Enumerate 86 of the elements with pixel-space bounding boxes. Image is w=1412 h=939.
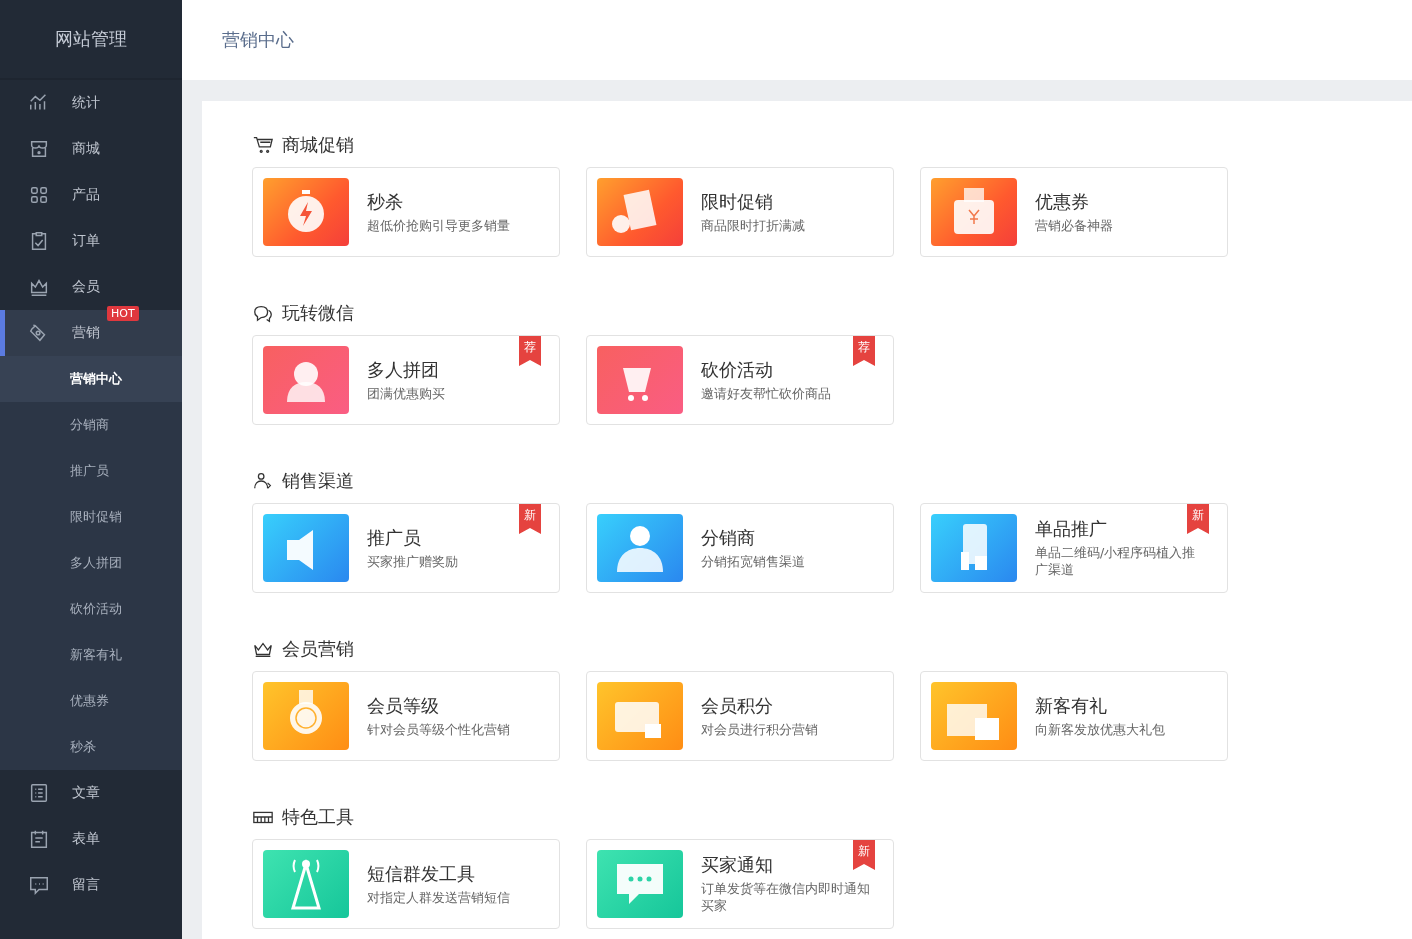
sidebar-item[interactable]: 商城 [0,126,182,172]
card-title: 推广员 [367,525,422,550]
card-description: 订单发货等在微信内即时通知买家 [701,881,871,915]
section-title: 商城促销 [282,133,354,157]
submenu-item[interactable]: 分销商 [0,402,182,448]
feature-icon [931,514,1017,582]
ribbon-badge: 新 [519,504,541,534]
feature-card[interactable]: 砍价活动 邀请好友帮忙砍价商品 荐 [586,335,894,425]
card-title: 限时促销 [701,189,774,214]
sidebar-item[interactable]: 订单 [0,218,182,264]
ribbon-badge: 新 [853,840,875,870]
section-title: 玩转微信 [282,301,354,325]
submenu-item[interactable]: 推广员 [0,448,182,494]
hot-badge: HOT [107,306,139,321]
feature-icon [263,682,349,750]
sidebar-item[interactable]: 统计 [0,80,182,126]
feature-icon [263,850,349,918]
feature-icon [263,514,349,582]
sidebar-item[interactable]: 留言 [0,862,182,908]
feature-card[interactable]: 限时促销 商品限时打折满减 [586,167,894,257]
card-title: 多人拼团 [367,357,440,382]
ribbon-badge: 新 [1187,504,1209,534]
menu-icon [28,874,50,896]
card-title: 新客有礼 [1035,693,1108,718]
feature-card[interactable]: 多人拼团 团满优惠购买 荐 [252,335,560,425]
submenu-item[interactable]: 砍价活动 [0,586,182,632]
card-description: 团满优惠购买 [367,385,445,403]
card-title: 单品推广 [1035,517,1108,542]
card-description: 邀请好友帮忙砍价商品 [701,385,831,403]
page-title: 营销中心 [222,28,294,52]
feature-icon [597,682,683,750]
feature-card[interactable]: 买家通知 订单发货等在微信内即时通知买家 新 [586,839,894,929]
submenu-item[interactable]: 多人拼团 [0,540,182,586]
section-title: 特色工具 [282,805,354,829]
submenu-item[interactable]: 新客有礼 [0,632,182,678]
feature-icon [263,178,349,246]
submenu-item[interactable]: 优惠券 [0,678,182,724]
feature-card[interactable]: 会员等级 针对会员等级个性化营销 [252,671,560,761]
card-description: 对会员进行积分营销 [701,721,818,739]
section-title: 销售渠道 [282,469,354,493]
feature-icon [597,850,683,918]
card-description: 营销必备神器 [1035,217,1113,235]
card-title: 买家通知 [701,853,774,878]
menu-icon [28,184,50,206]
menu-icon [28,782,50,804]
submenu-item[interactable]: 营销中心 [0,356,182,402]
card-description: 买家推广赠奖励 [367,553,458,571]
feature-card[interactable]: 会员积分 对会员进行积分营销 [586,671,894,761]
menu-icon [28,138,50,160]
card-description: 单品二维码/小程序码植入推广渠道 [1035,545,1197,579]
feature-icon [931,178,1017,246]
sidebar-item[interactable]: 产品 [0,172,182,218]
feature-card[interactable]: 单品推广 单品二维码/小程序码植入推广渠道 新 [920,503,1228,593]
card-title: 会员等级 [367,693,440,718]
feature-icon [597,346,683,414]
menu-icon [28,828,50,850]
feature-card[interactable]: 秒杀 超低价抢购引导更多销量 [252,167,560,257]
card-title: 秒杀 [367,189,404,214]
card-description: 针对会员等级个性化营销 [367,721,510,739]
feature-icon [597,178,683,246]
feature-icon [263,346,349,414]
card-description: 超低价抢购引导更多销量 [367,217,510,235]
card-title: 会员积分 [701,693,774,718]
card-title: 优惠券 [1035,189,1090,214]
feature-icon [931,682,1017,750]
feature-card[interactable]: 优惠券 营销必备神器 [920,167,1228,257]
feature-icon [597,514,683,582]
section-title: 会员营销 [282,637,354,661]
feature-card[interactable]: 短信群发工具 对指定人群发送营销短信 [252,839,560,929]
feature-card[interactable]: 分销商 分销拓宽销售渠道 [586,503,894,593]
sidebar-item[interactable]: 表单 [0,816,182,862]
submenu-item[interactable]: 限时促销 [0,494,182,540]
ribbon-badge: 荐 [853,336,875,366]
feature-card[interactable]: 新客有礼 向新客发放优惠大礼包 [920,671,1228,761]
section-icon [252,134,274,156]
feature-card[interactable]: 推广员 买家推广赠奖励 新 [252,503,560,593]
ribbon-badge: 荐 [519,336,541,366]
card-title: 砍价活动 [701,357,774,382]
card-description: 对指定人群发送营销短信 [367,889,510,907]
card-description: 分销拓宽销售渠道 [701,553,805,571]
sidebar-item[interactable]: 文章 [0,770,182,816]
card-description: 向新客发放优惠大礼包 [1035,721,1165,739]
card-description: 商品限时打折满减 [701,217,805,235]
card-title: 短信群发工具 [367,861,476,886]
submenu-item[interactable]: 秒杀 [0,724,182,770]
card-title: 分销商 [701,525,756,550]
